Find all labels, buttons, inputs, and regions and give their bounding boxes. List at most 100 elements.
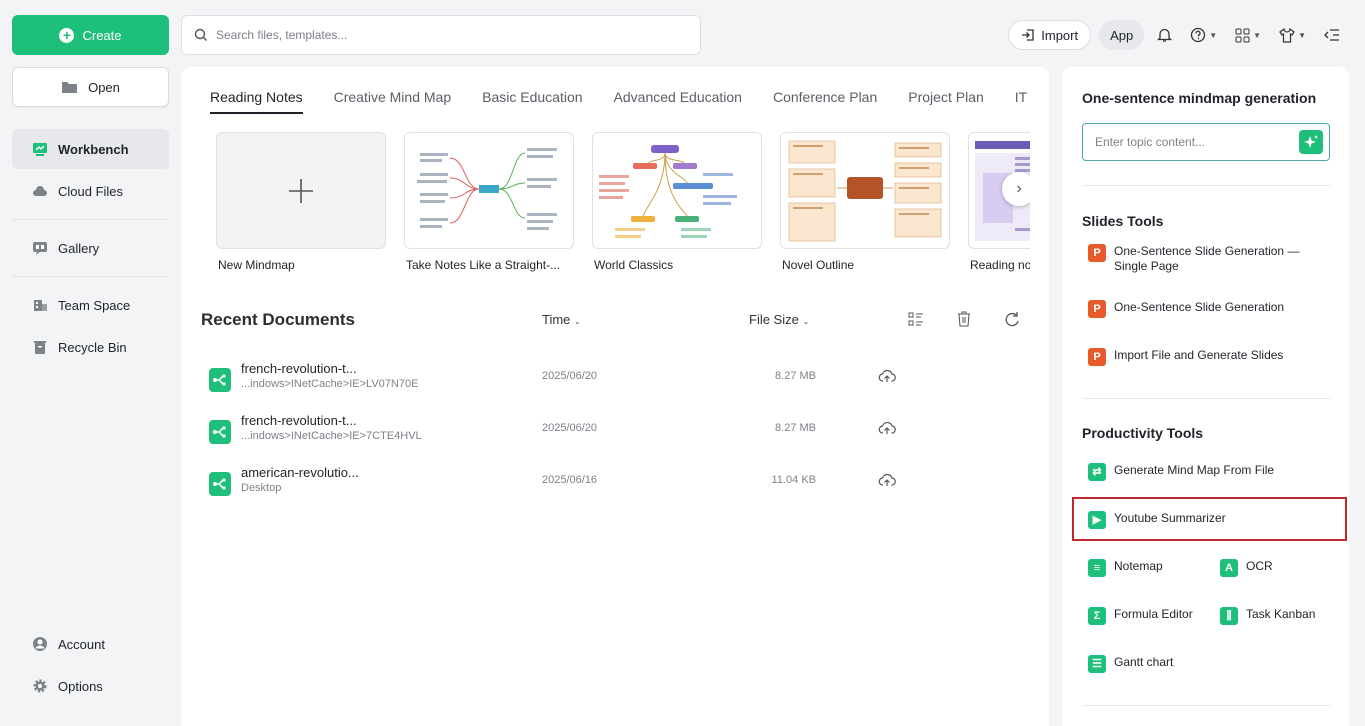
sidebar-item-cloud-files[interactable]: Cloud Files — [12, 171, 169, 211]
help-button[interactable]: ▼ — [1185, 20, 1222, 50]
folder-icon — [62, 82, 78, 93]
template-label: World Classics — [594, 258, 674, 272]
tool-label: Gantt chart — [1114, 655, 1174, 669]
document-row[interactable]: american-revolutio... Desktop 2025/06/16… — [209, 465, 909, 505]
open-button[interactable]: Open — [12, 67, 169, 107]
sidebar-item-recycle-bin[interactable]: Recycle Bin — [12, 327, 169, 367]
import-button[interactable]: Import — [1008, 20, 1092, 50]
create-button[interactable]: + Create — [12, 15, 169, 55]
sort-by-size[interactable]: File Size ⌄ — [749, 312, 809, 327]
tab-project-plan[interactable]: Project Plan — [908, 89, 983, 114]
template-thumbnail[interactable] — [592, 132, 762, 249]
panel-divider — [1082, 398, 1330, 399]
tab-it[interactable]: IT — [1015, 89, 1027, 114]
tshirt-icon — [1279, 27, 1295, 43]
mindmap-preview-icon — [599, 145, 737, 238]
document-path: ...indows>INetCache>IE>7CTE4HVL — [241, 430, 422, 442]
template-label: Take Notes Like a Straight-... — [406, 258, 561, 272]
tab-conference-plan[interactable]: Conference Plan — [773, 89, 877, 114]
sidebar-item-options[interactable]: Options — [12, 666, 169, 706]
notemap-icon: ≡ — [1088, 559, 1106, 577]
template-thumbnail[interactable] — [404, 132, 574, 249]
plus-icon — [289, 178, 313, 203]
refresh-icon[interactable] — [1003, 310, 1021, 328]
tab-creative-mind-map[interactable]: Creative Mind Map — [334, 89, 452, 114]
template-card[interactable]: Novel Outline — [780, 132, 950, 272]
sidebar-item-gallery[interactable]: Gallery — [12, 228, 169, 268]
sidebar-item-team-space[interactable]: Team Space — [12, 285, 169, 325]
notification-button[interactable] — [1152, 20, 1177, 50]
mindmap-generation-title: One-sentence mindmap generation — [1082, 90, 1317, 106]
carousel-next-button[interactable]: › — [1002, 172, 1030, 206]
cloud-upload-icon[interactable] — [878, 472, 896, 488]
trash-icon[interactable] — [955, 310, 973, 328]
tools-panel: One-sentence mindmap generation Slides T… — [1062, 67, 1349, 726]
search-icon — [194, 28, 207, 41]
tab-basic-education[interactable]: Basic Education — [482, 89, 582, 114]
new-mindmap-thumbnail[interactable] — [216, 132, 386, 249]
document-size: 11.04 KB — [771, 474, 816, 486]
topic-input[interactable] — [1095, 135, 1285, 149]
top-toolbar: Import App ▼ ▼ ▼ — [1008, 19, 1345, 51]
tool-import-generate-slides[interactable]: P Import File and Generate Slides — [1088, 348, 1283, 366]
sidebar-item-label: Gallery — [58, 240, 100, 256]
generate-button[interactable] — [1299, 130, 1323, 154]
tool-gantt-chart[interactable]: ☰ Gantt chart — [1088, 655, 1173, 673]
document-size: 8.27 MB — [775, 422, 816, 434]
app-button[interactable]: App — [1099, 20, 1145, 50]
sort-by-time[interactable]: Time ⌄ — [542, 312, 581, 327]
mindmap-preview-icon — [417, 148, 557, 230]
cloud-upload-icon[interactable] — [878, 420, 896, 436]
tool-notemap[interactable]: ≡ Notemap — [1088, 559, 1163, 577]
sidebar-item-workbench[interactable]: Workbench — [12, 129, 169, 169]
cloud-upload-icon[interactable] — [878, 368, 896, 384]
skin-button[interactable]: ▼ — [1274, 20, 1311, 50]
template-card-new[interactable]: New Mindmap — [216, 132, 386, 272]
list-view-icon[interactable] — [907, 310, 925, 328]
mindmap-file-icon — [209, 472, 231, 496]
document-row[interactable]: french-revolution-t... ...indows>INetCac… — [209, 361, 909, 401]
search-input[interactable] — [216, 28, 656, 42]
document-size: 8.27 MB — [775, 370, 816, 382]
apps-grid-button[interactable]: ▼ — [1230, 20, 1266, 50]
collapse-panel-button[interactable] — [1319, 20, 1345, 50]
mindmap-preview-icon — [788, 140, 942, 242]
tool-ocr[interactable]: A OCR — [1220, 559, 1273, 577]
template-card[interactable]: Take Notes Like a Straight-... — [404, 132, 574, 272]
document-name: american-revolutio... — [241, 465, 359, 480]
tool-label: Generate Mind Map From File — [1114, 463, 1275, 477]
template-thumbnail[interactable] — [780, 132, 950, 249]
document-date: 2025/06/16 — [542, 474, 598, 486]
tool-label: One-Sentence Slide Generation — — [1114, 244, 1300, 258]
plus-circle-icon: + — [59, 27, 75, 43]
create-label: Create — [82, 27, 122, 43]
cloud-icon — [33, 186, 47, 196]
recent-documents-title: Recent Documents — [201, 310, 355, 329]
tab-reading-notes[interactable]: Reading Notes — [210, 89, 303, 114]
ocr-icon: A — [1220, 559, 1238, 577]
template-card[interactable]: World Classics — [592, 132, 762, 272]
tab-advanced-education[interactable]: Advanced Education — [614, 89, 742, 114]
powerpoint-icon: P — [1088, 300, 1106, 318]
tool-label: OCR — [1246, 559, 1273, 573]
col-time-label: Time — [542, 312, 571, 327]
tool-label: Task Kanban — [1246, 607, 1316, 621]
document-date: 2025/06/20 — [542, 370, 598, 382]
gallery-icon — [33, 242, 47, 255]
powerpoint-icon: P — [1088, 244, 1106, 262]
mindmap-file-icon — [209, 420, 231, 444]
slides-tools-title: Slides Tools — [1082, 213, 1164, 229]
tool-formula-editor[interactable]: Σ Formula Editor — [1088, 607, 1193, 625]
tool-generate-from-file[interactable]: ⇄ Generate Mind Map From File — [1088, 463, 1274, 481]
document-row[interactable]: french-revolution-t... ...indows>INetCac… — [209, 413, 909, 453]
highlight-box — [1072, 497, 1347, 541]
topic-input-box[interactable] — [1082, 123, 1330, 161]
search-bar[interactable] — [181, 15, 701, 55]
sidebar-item-account[interactable]: Account — [12, 624, 169, 664]
kanban-icon: ⫼ — [1220, 607, 1238, 625]
tool-slide-single-page[interactable]: P One-Sentence Slide Generation — Single … — [1088, 244, 1299, 274]
gantt-icon: ☰ — [1088, 655, 1106, 673]
tool-slide-generation[interactable]: P One-Sentence Slide Generation — [1088, 300, 1284, 318]
tool-task-kanban[interactable]: ⫼ Task Kanban — [1220, 607, 1315, 625]
sigma-icon: Σ — [1088, 607, 1106, 625]
